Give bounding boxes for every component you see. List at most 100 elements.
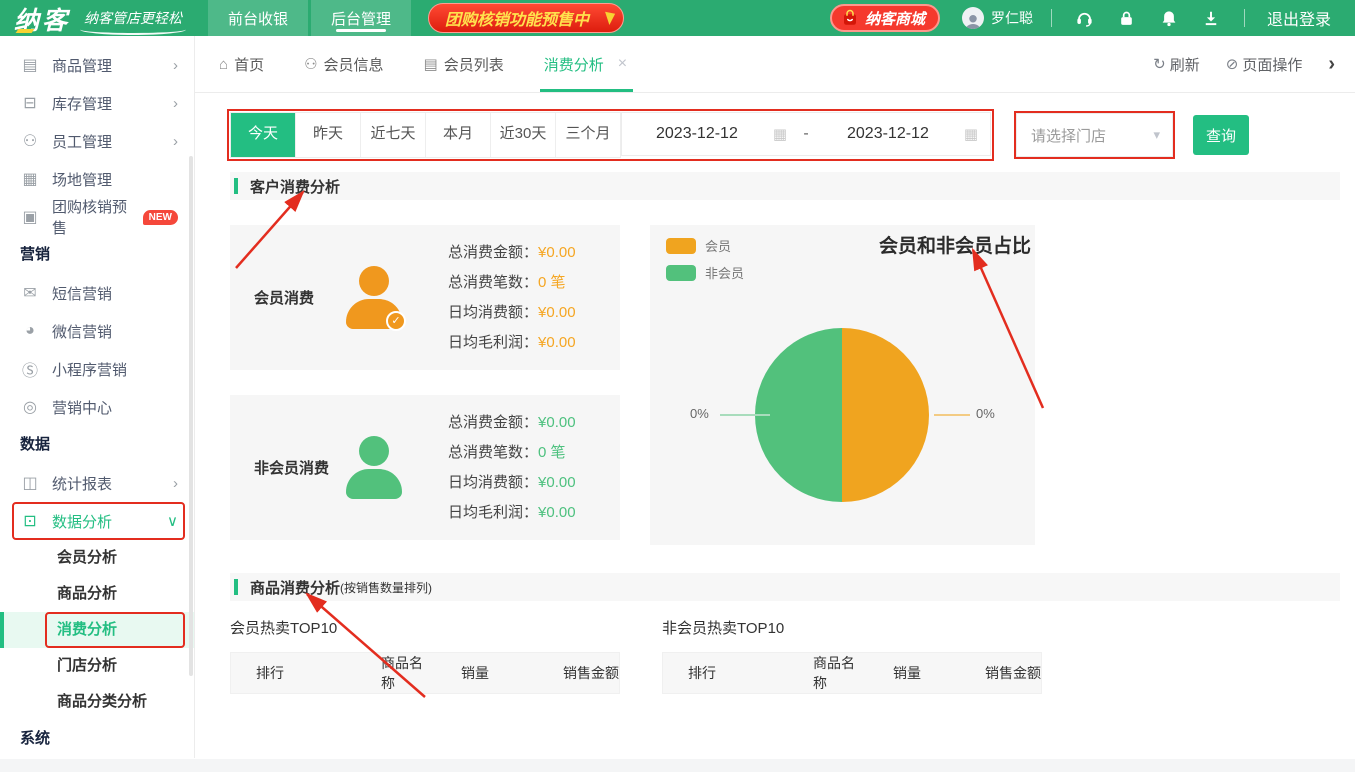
pie-connector-left (720, 414, 770, 416)
sidebar-item-icon: ▦ (20, 169, 40, 189)
sidebar-item[interactable]: ◕ 微信营销 (0, 312, 194, 350)
close-icon[interactable]: × (618, 55, 627, 73)
sidebar-subitem[interactable]: 门店分析 (0, 648, 194, 684)
consumption-card: 非会员消费 总消费金额： ¥0.00 (230, 395, 620, 540)
section-accent-bar (234, 579, 238, 595)
pie-label-right: 0% (976, 406, 995, 421)
tab-label: 首页 (234, 54, 264, 75)
stat-line: 日均消费额： ¥0.00 (448, 298, 576, 328)
sidebar-item[interactable]: ◎ 营销中心 (0, 388, 194, 426)
section-accent-bar (234, 178, 238, 194)
chevron-down-icon: ▾ (1153, 127, 1160, 143)
consumption-cards: 会员消费 ✓ 总消费金额： ¥0.00 (230, 225, 620, 545)
table-column-header: 商品名称 (356, 653, 436, 693)
download-icon[interactable] (1201, 9, 1221, 28)
sidebar-item[interactable]: ⊟ 库存管理 › (0, 84, 194, 122)
table-header-row: 排行商品名称销量销售金额 (230, 652, 620, 694)
sidebar-item[interactable]: Ⓢ 小程序营销 (0, 350, 194, 388)
quick-range-button[interactable]: 三个月 (556, 113, 621, 157)
sidebar-item[interactable]: ▣ 团购核销预售 NEW (0, 198, 194, 236)
page-content: 今天昨天近七天本月近30天三个月 2023-12-12 ▦ - 2023-12-… (195, 93, 1355, 758)
stat-value: ¥0.00 (538, 238, 576, 268)
quick-range-button[interactable]: 昨天 (296, 113, 361, 157)
page-tab[interactable]: ⚇ 会员信息 (304, 36, 383, 92)
sidebar-scrollbar[interactable] (189, 156, 193, 676)
sidebar-item[interactable]: ◫ 统计报表 › (0, 464, 194, 502)
legend-swatch (666, 265, 696, 281)
sidebar-item[interactable]: ✉ 短信营销 (0, 274, 194, 312)
topbar-nav-button[interactable]: 前台收银 (208, 0, 308, 36)
date-from-value: 2023-12-12 (656, 125, 738, 143)
sidebar-item-icon: ▣ (20, 207, 40, 227)
top10-table: 会员热卖TOP10 排行商品名称销量销售金额 (230, 617, 620, 694)
bell-icon[interactable] (1159, 9, 1179, 28)
stat-label: 总消费金额： (448, 238, 538, 268)
card-label: 非会员消费 (254, 457, 346, 478)
topbar-spacer (624, 0, 830, 36)
sidebar-item[interactable]: ▦ 场地管理 (0, 160, 194, 198)
tab-bar: ⌂ 首页 ⚇ 会员信息 ▤ 会员列表 消费分析 × (195, 36, 1355, 93)
mall-badge-button[interactable]: 纳客商城 (830, 4, 940, 32)
stat-value: ¥0.00 (538, 408, 576, 438)
refresh-icon: ↻ (1153, 55, 1166, 73)
legend-item[interactable]: 会员 (666, 236, 744, 255)
sidebar-item[interactable]: ⊡ 数据分析 ∨ (0, 502, 194, 540)
quick-range-buttons: 今天昨天近七天本月近30天三个月 (230, 112, 621, 158)
legend-item[interactable]: 非会员 (666, 263, 744, 282)
sidebar-subitem[interactable]: 消费分析 (0, 612, 194, 648)
tab-icon: ⌂ (219, 56, 228, 73)
sidebar-subitem[interactable]: 商品分析 (0, 576, 194, 612)
mall-badge-label: 纳客商城 (865, 8, 925, 29)
table-column-header: 排行 (663, 663, 788, 683)
quick-range-button[interactable]: 近七天 (361, 113, 426, 157)
card-label: 会员消费 (254, 287, 346, 308)
page-tab[interactable]: 消费分析 × (544, 36, 627, 92)
stat-label: 日均消费额： (448, 468, 538, 498)
table-column-header: 销量 (436, 663, 538, 683)
query-button[interactable]: 查询 (1193, 115, 1249, 155)
pie-label-left: 0% (690, 406, 709, 421)
page-bottom-strip (0, 759, 1355, 772)
sidebar-item-icon: ⚇ (20, 131, 40, 151)
topbar-nav-button[interactable]: 后台管理 (311, 0, 411, 36)
page-actions-button[interactable]: ⊘ 页面操作 (1226, 54, 1303, 75)
app-logo[interactable]: 纳客 (0, 0, 78, 36)
sidebar-subitem[interactable]: 会员分析 (0, 540, 194, 576)
chart-title: 会员和非会员占比 (879, 231, 1031, 258)
new-badge: NEW (143, 210, 178, 225)
lock-icon[interactable] (1117, 9, 1137, 28)
quick-range-button[interactable]: 本月 (426, 113, 491, 157)
sidebar-item[interactable]: ▤ 商品管理 › (0, 46, 194, 84)
stat-label: 总消费笔数： (448, 268, 538, 298)
page-tab[interactable]: ▤ 会员列表 (424, 36, 504, 92)
collapse-chevron-icon[interactable]: › (1328, 54, 1335, 74)
app-slogan: 纳客管店更轻松 (84, 8, 182, 28)
sidebar-subitem[interactable]: 商品分类分析 (0, 684, 194, 720)
sidebar-item-label: 微信营销 (52, 321, 112, 342)
sidebar-item-label: 场地管理 (52, 169, 112, 190)
table-title: 会员热卖TOP10 (230, 617, 620, 638)
date-to-input[interactable]: 2023-12-12 ▦ (813, 125, 990, 143)
topbar-nav: 前台收银后台管理 (208, 0, 414, 36)
product-section-title: 商品消费分析 (250, 577, 340, 598)
stat-label: 总消费金额： (448, 408, 538, 438)
logout-button[interactable]: 退出登录 (1267, 6, 1331, 30)
date-from-input[interactable]: 2023-12-12 ▦ (622, 125, 799, 143)
customer-service-icon[interactable] (1075, 9, 1095, 28)
pie-connector-right (934, 414, 970, 416)
page-tab[interactable]: ⌂ 首页 (219, 36, 264, 92)
user-menu[interactable]: 罗仁聪 (962, 0, 1033, 36)
sidebar-item[interactable]: ⚇ 员工管理 › (0, 122, 194, 160)
quick-range-button[interactable]: 今天 (231, 113, 296, 157)
refresh-button[interactable]: ↻ 刷新 (1153, 54, 1200, 75)
promo-banner[interactable]: 团购核销功能预售中 (428, 3, 624, 33)
sidebar-item-icon: ⊡ (20, 511, 40, 531)
sidebar-item-icon: Ⓢ (20, 357, 40, 381)
sidebar-item-icon: ✉ (20, 283, 40, 303)
shopping-bag-icon (841, 9, 859, 27)
tab-icon: ⚇ (304, 55, 317, 73)
store-select[interactable]: 请选择门店 ▾ (1016, 113, 1173, 157)
chevron-icon: › (173, 133, 178, 150)
top10-table: 非会员热卖TOP10 排行商品名称销量销售金额 (662, 617, 1042, 694)
quick-range-button[interactable]: 近30天 (491, 113, 556, 157)
